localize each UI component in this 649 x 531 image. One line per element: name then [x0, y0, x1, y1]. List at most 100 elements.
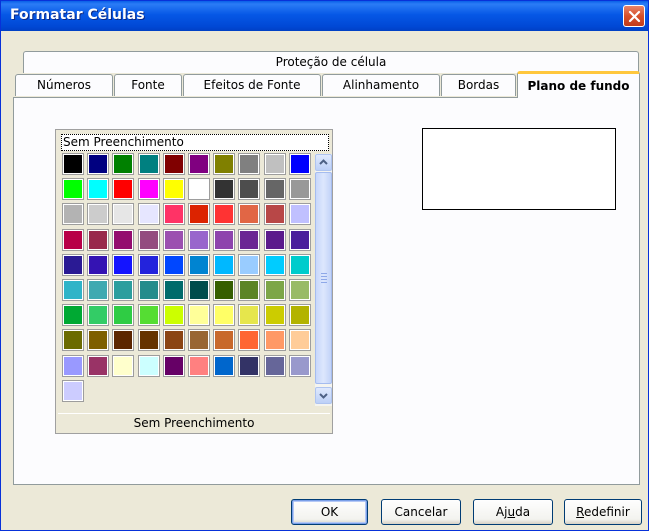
- color-swatch[interactable]: [288, 153, 311, 175]
- color-swatch[interactable]: [87, 329, 110, 352]
- palette-scrollbar[interactable]: [315, 154, 332, 406]
- color-swatch[interactable]: [238, 354, 261, 377]
- color-swatch[interactable]: [188, 203, 210, 226]
- tab-alignment[interactable]: Alinhamento: [322, 74, 440, 96]
- color-swatch[interactable]: [62, 379, 84, 402]
- color-swatch[interactable]: [288, 354, 311, 377]
- title-bar[interactable]: Formatar Células: [1, 1, 648, 31]
- color-swatch[interactable]: [238, 178, 261, 201]
- tab-background[interactable]: Plano de fundo: [517, 71, 640, 98]
- color-swatch[interactable]: [238, 228, 261, 251]
- tab-borders[interactable]: Bordas: [441, 74, 516, 96]
- color-swatch[interactable]: [87, 228, 110, 251]
- color-swatch[interactable]: [112, 228, 135, 251]
- cancel-button[interactable]: Cancelar: [381, 499, 461, 525]
- color-swatch[interactable]: [288, 304, 311, 327]
- color-swatch[interactable]: [188, 253, 210, 276]
- color-swatch[interactable]: [162, 253, 185, 276]
- color-swatch[interactable]: [213, 228, 236, 251]
- color-swatch[interactable]: [137, 228, 160, 251]
- color-swatch[interactable]: [162, 203, 185, 226]
- color-swatch[interactable]: [162, 329, 185, 352]
- color-swatch[interactable]: [238, 304, 261, 327]
- color-swatch[interactable]: [188, 354, 210, 377]
- close-button[interactable]: [623, 5, 645, 27]
- color-swatch[interactable]: [112, 329, 135, 352]
- color-swatch[interactable]: [288, 279, 311, 301]
- color-swatch[interactable]: [87, 279, 110, 301]
- color-swatch[interactable]: [87, 178, 110, 201]
- color-swatch[interactable]: [188, 279, 210, 301]
- reset-button[interactable]: Redefinir: [564, 499, 642, 525]
- color-swatch[interactable]: [263, 178, 286, 201]
- color-swatch[interactable]: [288, 203, 311, 226]
- help-button[interactable]: Ajuda: [473, 499, 553, 525]
- color-swatch[interactable]: [213, 153, 236, 175]
- tab-font[interactable]: Fonte: [114, 74, 182, 96]
- tab-cell-protection[interactable]: Proteção de célula: [23, 51, 639, 73]
- color-swatch[interactable]: [62, 178, 84, 201]
- color-swatch[interactable]: [263, 153, 286, 175]
- color-swatch[interactable]: [213, 253, 236, 276]
- color-swatch[interactable]: [213, 203, 236, 226]
- color-swatch[interactable]: [188, 178, 210, 201]
- color-swatch[interactable]: [263, 354, 286, 377]
- color-swatch[interactable]: [162, 279, 185, 301]
- scroll-up-button[interactable]: [315, 154, 332, 171]
- color-swatch[interactable]: [213, 304, 236, 327]
- color-swatch[interactable]: [213, 354, 236, 377]
- color-swatch[interactable]: [188, 304, 210, 327]
- color-swatch[interactable]: [238, 329, 261, 352]
- color-swatch[interactable]: [188, 228, 210, 251]
- color-swatch[interactable]: [188, 153, 210, 175]
- color-swatch[interactable]: [162, 178, 185, 201]
- scroll-thumb[interactable]: [315, 172, 332, 384]
- color-swatch[interactable]: [263, 304, 286, 327]
- color-swatch[interactable]: [87, 354, 110, 377]
- color-swatch[interactable]: [162, 354, 185, 377]
- color-swatch[interactable]: [137, 203, 160, 226]
- no-fill-option-top[interactable]: Sem Preenchimento: [61, 134, 329, 151]
- tab-font-effects[interactable]: Efeitos de Fonte: [183, 74, 321, 96]
- color-swatch[interactable]: [87, 304, 110, 327]
- color-swatch[interactable]: [137, 178, 160, 201]
- color-swatch[interactable]: [213, 329, 236, 352]
- color-swatch[interactable]: [137, 304, 160, 327]
- color-swatch[interactable]: [137, 153, 160, 175]
- color-swatch[interactable]: [62, 354, 84, 377]
- color-swatch[interactable]: [112, 354, 135, 377]
- color-swatch[interactable]: [263, 228, 286, 251]
- color-swatch[interactable]: [62, 203, 84, 226]
- color-swatch[interactable]: [288, 329, 311, 352]
- color-swatch[interactable]: [112, 253, 135, 276]
- color-swatch[interactable]: [188, 329, 210, 352]
- color-swatch[interactable]: [238, 153, 261, 175]
- color-swatch[interactable]: [263, 279, 286, 301]
- color-swatch[interactable]: [263, 329, 286, 352]
- color-swatch[interactable]: [288, 178, 311, 201]
- color-swatch[interactable]: [87, 253, 110, 276]
- color-swatch[interactable]: [238, 279, 261, 301]
- color-swatch[interactable]: [137, 279, 160, 301]
- color-swatch[interactable]: [62, 253, 84, 276]
- color-swatch[interactable]: [62, 329, 84, 352]
- color-swatch[interactable]: [62, 228, 84, 251]
- ok-button[interactable]: OK: [291, 499, 368, 525]
- color-swatch[interactable]: [137, 329, 160, 352]
- color-swatch[interactable]: [263, 253, 286, 276]
- color-swatch[interactable]: [288, 228, 311, 251]
- color-swatch[interactable]: [162, 304, 185, 327]
- color-swatch[interactable]: [238, 253, 261, 276]
- color-swatch[interactable]: [137, 354, 160, 377]
- color-swatch[interactable]: [288, 253, 311, 276]
- color-swatch[interactable]: [213, 178, 236, 201]
- color-swatch[interactable]: [162, 153, 185, 175]
- color-swatch[interactable]: [87, 153, 110, 175]
- color-swatch[interactable]: [263, 203, 286, 226]
- color-swatch[interactable]: [62, 153, 84, 175]
- color-swatch[interactable]: [112, 153, 135, 175]
- color-swatch[interactable]: [112, 178, 135, 201]
- color-swatch[interactable]: [87, 203, 110, 226]
- color-swatch[interactable]: [62, 279, 84, 301]
- color-swatch[interactable]: [112, 279, 135, 301]
